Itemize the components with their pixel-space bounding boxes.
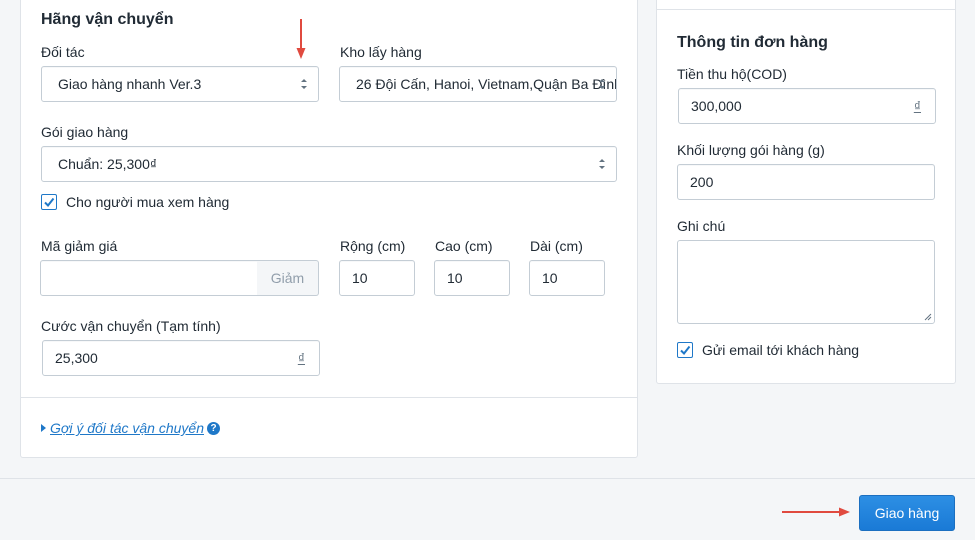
allow-view-checkbox[interactable] [41, 194, 57, 210]
cod-input-value: 300,000 [691, 98, 742, 114]
shipping-card: Hãng vận chuyển Đối tác Giao hàng nhanh … [20, 0, 638, 458]
warehouse-select[interactable]: 26 Đội Cấn, Hanoi, Vietnam,Quận Ba Đình [339, 66, 617, 102]
checkmark-icon [680, 345, 691, 356]
discount-input[interactable] [40, 260, 258, 296]
length-input-value: 10 [542, 270, 558, 286]
suggest-carrier-link[interactable]: Gợi ý đối tác vận chuyển [50, 420, 204, 436]
weight-input-value: 200 [690, 174, 714, 190]
fee-input-value: 25,300 [55, 350, 98, 366]
width-input-value: 10 [352, 270, 368, 286]
partner-label: Đối tác [41, 44, 85, 60]
weight-input[interactable]: 200 [677, 164, 935, 200]
card-top-divider [657, 9, 955, 10]
question-circle-icon[interactable]: ? [207, 422, 220, 435]
ship-button[interactable]: Giao hàng [859, 495, 955, 531]
allow-view-label: Cho người mua xem hàng [66, 194, 230, 210]
warehouse-select-value: 26 Đội Cấn, Hanoi, Vietnam,Quận Ba Đình [356, 76, 616, 92]
annotation-arrow-right-icon [782, 507, 850, 517]
height-label: Cao (cm) [435, 238, 493, 254]
height-input[interactable]: 10 [434, 260, 510, 296]
height-input-value: 10 [447, 270, 463, 286]
warehouse-label: Kho lấy hàng [340, 44, 422, 60]
resize-grip-icon[interactable] [924, 313, 932, 321]
checkmark-icon [44, 197, 55, 208]
select-caret-icon [599, 79, 605, 89]
length-label: Dài (cm) [530, 238, 583, 254]
cod-input[interactable]: 300,000 ₫ [678, 88, 936, 124]
weight-label: Khối lượng gói hàng (g) [677, 142, 825, 158]
discount-apply-button[interactable]: Giảm [257, 260, 319, 296]
order-info-title: Thông tin đơn hàng [677, 34, 828, 51]
cod-label: Tiền thu hộ(COD) [677, 66, 787, 82]
select-caret-icon [599, 159, 605, 169]
caret-right-icon [41, 424, 46, 432]
order-info-card: Thông tin đơn hàng Tiền thu hộ(COD) 300,… [656, 0, 956, 384]
send-email-label: Gửi email tới khách hàng [702, 342, 860, 358]
send-email-checkbox[interactable] [677, 342, 693, 358]
cod-currency: ₫ [913, 98, 921, 114]
width-label: Rộng (cm) [340, 238, 406, 254]
annotation-arrow-down-icon [296, 19, 306, 59]
fee-label: Cước vận chuyển (Tạm tính) [41, 318, 221, 334]
select-caret-icon [301, 79, 307, 89]
note-textarea[interactable] [677, 240, 935, 324]
partner-select[interactable]: Giao hàng nhanh Ver.3 [41, 66, 319, 102]
note-label: Ghi chú [677, 218, 726, 234]
fee-input[interactable]: 25,300 ₫ [42, 340, 320, 376]
width-input[interactable]: 10 [339, 260, 415, 296]
package-label: Gói giao hàng [41, 124, 129, 140]
shipping-title: Hãng vận chuyển [41, 11, 174, 28]
footer-divider [0, 478, 975, 479]
length-input[interactable]: 10 [529, 260, 605, 296]
fee-currency: ₫ [297, 350, 305, 366]
package-select-value: Chuẩn: 25,300₫ [58, 156, 158, 172]
partner-select-value: Giao hàng nhanh Ver.3 [58, 76, 202, 92]
discount-label: Mã giảm giá [41, 238, 118, 254]
card-divider [21, 397, 637, 398]
package-select[interactable]: Chuẩn: 25,300₫ [41, 146, 617, 182]
